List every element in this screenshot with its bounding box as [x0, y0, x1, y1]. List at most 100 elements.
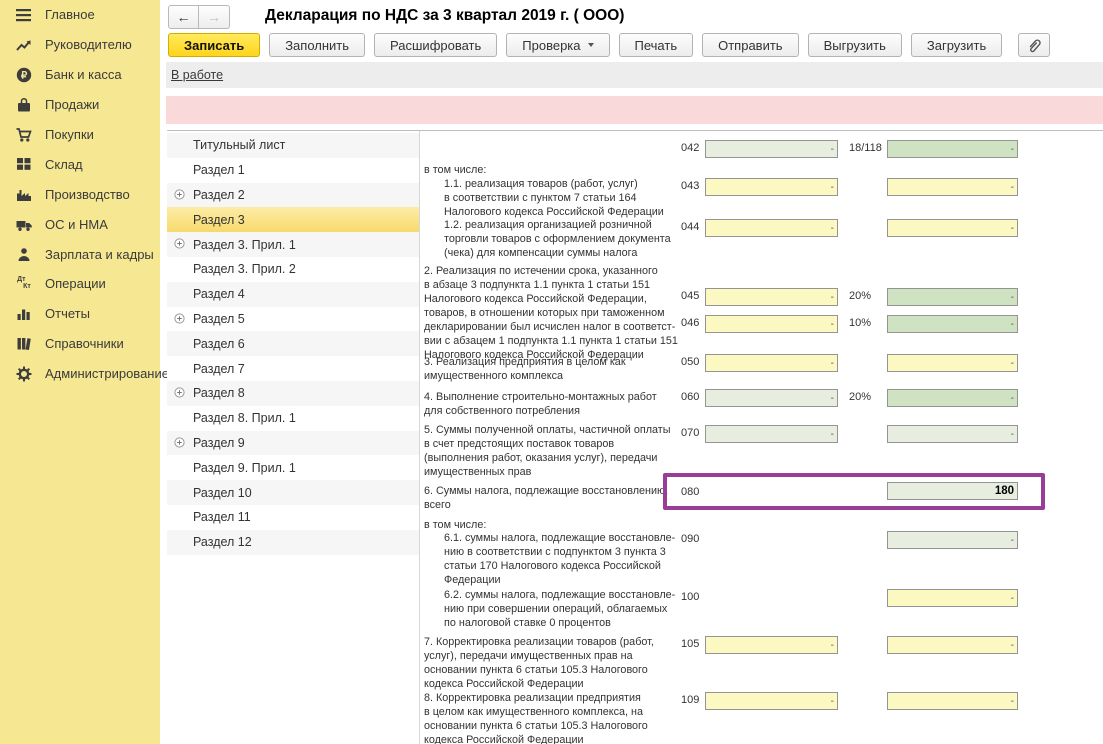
line-label-043: 1.1. реализация товаров (работ, услуг) в… — [444, 177, 696, 219]
field-045-tax[interactable]: - — [887, 288, 1018, 306]
page-title: Декларация по НДС за 3 квартал 2019 г. (… — [265, 7, 624, 25]
field-046-base[interactable]: - — [705, 315, 838, 333]
field-042-base[interactable]: - — [705, 140, 838, 158]
menu-icon — [15, 7, 33, 23]
back-button[interactable]: ← — [168, 5, 199, 29]
barchart-icon — [15, 306, 33, 322]
sidebar-item-reports[interactable]: Отчеты — [0, 299, 160, 329]
field-044-base[interactable]: - — [705, 219, 838, 237]
sidebar-item-label: Главное — [45, 7, 95, 22]
sidebar-item-main[interactable]: Главное — [0, 0, 160, 30]
sidebar-item-administration[interactable]: Администрирование — [0, 359, 160, 389]
sidebar-item-warehouse[interactable]: Склад — [0, 149, 160, 179]
print-button[interactable]: Печать — [619, 33, 694, 57]
sidebar-item-directories[interactable]: Справочники — [0, 329, 160, 359]
field-109-tax[interactable]: - — [887, 692, 1018, 710]
section-row-4[interactable]: Раздел 4 — [167, 282, 419, 307]
sidebar-item-production[interactable]: Производство — [0, 179, 160, 209]
sidebar-item-manager[interactable]: Руководителю — [0, 30, 160, 60]
truck-icon — [15, 216, 33, 232]
section-row-12[interactable]: Раздел 12 — [167, 530, 419, 555]
section-row-3-selected[interactable]: Раздел 3 — [167, 207, 419, 232]
sidebar-item-label: ОС и НМА — [45, 217, 108, 232]
field-050-base[interactable]: - — [705, 354, 838, 372]
fill-button[interactable]: Заполнить — [269, 33, 365, 57]
field-060-base[interactable]: - — [705, 389, 838, 407]
section-row-1[interactable]: Раздел 1 — [167, 158, 419, 183]
alert-bar — [166, 96, 1103, 124]
field-090-tax[interactable]: - — [887, 531, 1018, 549]
sidebar-item-label: Операции — [45, 276, 106, 291]
line-code-090: 090 — [681, 533, 707, 545]
sidebar-item-label: Продажи — [45, 97, 99, 112]
line-label-090: 6.1. суммы налога, подлежащие восстановл… — [444, 531, 696, 587]
subheader-including-2: в том числе: — [424, 518, 696, 532]
line-label-109: 8. Корректировка реализации предприятия … — [424, 691, 696, 744]
status-link[interactable]: В работе — [171, 68, 223, 82]
expand-icon[interactable] — [174, 189, 185, 200]
forward-button[interactable]: → — [199, 5, 230, 29]
field-050-tax[interactable]: - — [887, 354, 1018, 372]
line-label-080: 6. Суммы налога, подлежащие восстановлен… — [424, 484, 696, 512]
sidebar-item-label: Зарплата и кадры — [45, 247, 154, 262]
section-row-7[interactable]: Раздел 7 — [167, 356, 419, 381]
line-label-2: 2. Реализация по истечении срока, указан… — [424, 264, 696, 362]
section-row-9[interactable]: Раздел 9 — [167, 431, 419, 456]
expand-icon[interactable] — [174, 437, 185, 448]
section-row-6[interactable]: Раздел 6 — [167, 331, 419, 356]
section-row-2[interactable]: Раздел 2 — [167, 183, 419, 208]
main-menu-sidebar: Главное Руководителю ₽ Банк и касса Прод… — [0, 0, 160, 744]
field-045-base[interactable]: - — [705, 288, 838, 306]
dropdown-caret-icon — [588, 43, 594, 47]
section-row-11[interactable]: Раздел 11 — [167, 505, 419, 530]
field-060-tax[interactable]: - — [887, 389, 1018, 407]
field-044-tax[interactable]: - — [887, 219, 1018, 237]
section-row-10[interactable]: Раздел 10 — [167, 480, 419, 505]
field-042-tax[interactable]: - — [887, 140, 1018, 158]
section-row-9-app1[interactable]: Раздел 9. Прил. 1 — [167, 455, 419, 480]
attachment-button[interactable] — [1018, 33, 1050, 57]
expand-icon[interactable] — [174, 313, 185, 324]
line-code-105: 105 — [681, 638, 707, 650]
field-070-tax[interactable]: - — [887, 425, 1018, 443]
field-080-tax[interactable]: 180 — [887, 482, 1018, 500]
field-043-base[interactable]: - — [705, 178, 838, 196]
line-label-050: 3. Реализация предприятия в целом как им… — [424, 355, 696, 383]
section-row-3-app1[interactable]: Раздел 3. Прил. 1 — [167, 232, 419, 257]
sidebar-item-label: Справочники — [45, 336, 124, 351]
field-046-tax[interactable]: - — [887, 315, 1018, 333]
section-row-title-page[interactable]: Титульный лист — [167, 133, 419, 158]
field-109-base[interactable]: - — [705, 692, 838, 710]
rate-label-042: 18/118 — [849, 142, 885, 154]
expand-icon[interactable] — [174, 387, 185, 398]
field-070-base[interactable]: - — [705, 425, 838, 443]
sidebar-item-operations[interactable]: ДтКт Операции — [0, 269, 160, 299]
field-043-tax[interactable]: - — [887, 178, 1018, 196]
sidebar-item-sales[interactable]: Продажи — [0, 90, 160, 120]
sidebar-item-assets[interactable]: ОС и НМА — [0, 209, 160, 239]
sidebar-item-payroll[interactable]: Зарплата и кадры — [0, 239, 160, 269]
person-icon — [15, 246, 33, 262]
field-105-tax[interactable]: - — [887, 636, 1018, 654]
section-row-8-app1[interactable]: Раздел 8. Прил. 1 — [167, 406, 419, 431]
trend-icon — [15, 37, 33, 53]
svg-text:₽: ₽ — [21, 70, 28, 81]
rate-label-045: 20% — [849, 290, 885, 302]
send-button[interactable]: Отправить — [702, 33, 798, 57]
field-105-base[interactable]: - — [705, 636, 838, 654]
line-code-045: 045 — [681, 290, 707, 302]
section-row-3-app2[interactable]: Раздел 3. Прил. 2 — [167, 257, 419, 282]
export-button[interactable]: Выгрузить — [808, 33, 902, 57]
check-button[interactable]: Проверка — [506, 33, 609, 57]
section-row-8[interactable]: Раздел 8 — [167, 381, 419, 406]
import-button[interactable]: Загрузить — [911, 33, 1002, 57]
sidebar-item-purchases[interactable]: Покупки — [0, 120, 160, 150]
sidebar-item-bank[interactable]: ₽ Банк и касса — [0, 60, 160, 90]
grid-icon — [15, 156, 33, 172]
expand-icon[interactable] — [174, 238, 185, 249]
field-100-tax[interactable]: - — [887, 589, 1018, 607]
line-code-070: 070 — [681, 427, 707, 439]
save-button[interactable]: Записать — [168, 33, 260, 57]
section-row-5[interactable]: Раздел 5 — [167, 307, 419, 332]
decode-button[interactable]: Расшифровать — [374, 33, 497, 57]
